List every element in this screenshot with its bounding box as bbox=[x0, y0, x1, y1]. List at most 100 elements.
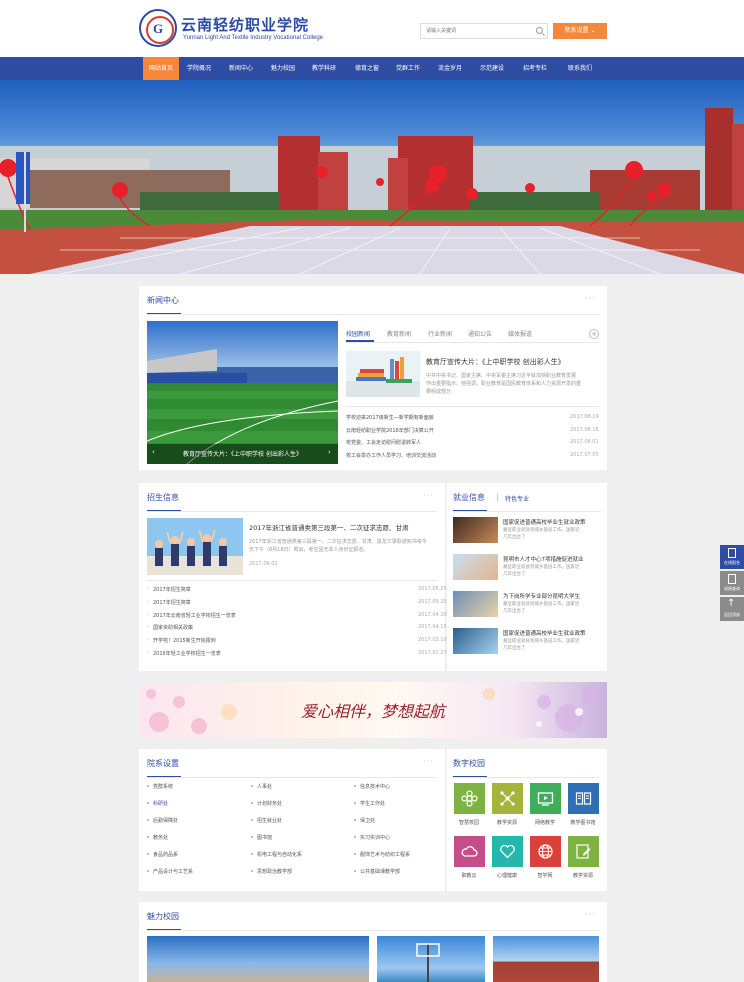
enroll-list-item[interactable]: 2017年招生简章 bbox=[153, 599, 191, 606]
tab-news-2[interactable]: 行业新闻 bbox=[428, 329, 452, 338]
edit-icon bbox=[576, 844, 591, 859]
college-logo-emblem[interactable]: G bbox=[139, 9, 177, 47]
online-apply-button[interactable]: 在线报名 bbox=[720, 545, 744, 569]
search-input[interactable] bbox=[421, 24, 531, 38]
job-title[interactable]: 昆明市人才中心7项措施促进就业 bbox=[503, 555, 584, 563]
digital-label[interactable]: 心理健康 bbox=[487, 872, 527, 879]
tab-news-4[interactable]: 媒体报道 bbox=[508, 329, 532, 338]
job-title[interactable]: 国家促进普通高校毕业生就业政策 bbox=[503, 518, 586, 526]
bullet-dot-icon bbox=[251, 870, 253, 872]
dept-link[interactable]: 机电工程与自动化系 bbox=[257, 851, 302, 858]
back-to-top-button[interactable]: ↑ 返回顶部 bbox=[720, 597, 744, 621]
more-dots-icon[interactable]: ··· bbox=[585, 910, 596, 919]
dept-link[interactable]: 公共基础课教学部 bbox=[360, 868, 400, 875]
job-thumb[interactable] bbox=[453, 628, 498, 654]
enroll-list-item[interactable]: 国家资助相关政策 bbox=[153, 624, 193, 631]
dept-link[interactable]: 教务处 bbox=[153, 834, 168, 841]
score-query-button[interactable]: 成绩查询 bbox=[720, 571, 744, 595]
enroll-thumb[interactable] bbox=[147, 518, 243, 575]
dept-link[interactable]: 信息技术中心 bbox=[360, 783, 390, 790]
news-list-item[interactable]: 校工会举办工作人员学习、培训交流活动 bbox=[346, 452, 436, 459]
nav-item-10[interactable]: 联系我们 bbox=[557, 57, 603, 80]
slogan-banner[interactable]: 爱心相伴，梦想起航 bbox=[139, 682, 607, 738]
tab-jobs[interactable]: 就业信息 bbox=[453, 492, 485, 503]
nav-item-2[interactable]: 新闻中心 bbox=[219, 57, 263, 80]
slide-next-icon[interactable]: › bbox=[328, 448, 331, 456]
enroll-list-item[interactable]: 2017年云南省轻工业学校招生一览表 bbox=[153, 612, 236, 619]
enroll-list-item[interactable]: 开学啦！2015新生开始报到 bbox=[153, 637, 216, 644]
nav-item-0[interactable]: 网站首页 bbox=[143, 57, 179, 80]
digital-1-tile[interactable] bbox=[492, 783, 523, 814]
nav-item-6[interactable]: 党群工作 bbox=[388, 57, 428, 80]
dept-link[interactable]: 计划财务处 bbox=[257, 800, 282, 807]
campus-photo[interactable] bbox=[493, 936, 599, 982]
dept-link[interactable]: 科研处 bbox=[153, 800, 168, 807]
dept-link[interactable]: 食品药品系 bbox=[153, 851, 178, 858]
campus-photo[interactable] bbox=[377, 936, 485, 982]
dept-link[interactable]: 招生就业处 bbox=[257, 817, 282, 824]
digital-label[interactable]: 智学网 bbox=[525, 872, 565, 879]
slide-prev-icon[interactable]: ‹ bbox=[152, 448, 155, 456]
digital-label[interactable]: 教学资源 bbox=[563, 872, 603, 879]
job-thumb[interactable] bbox=[453, 591, 498, 617]
digital-label[interactable]: 教学图书馆 bbox=[563, 819, 603, 826]
nav-item-1[interactable]: 学院概况 bbox=[180, 57, 218, 80]
job-title[interactable]: 为下岗所学专业部分昆明大学生 bbox=[503, 592, 580, 600]
featured-news-thumb[interactable] bbox=[346, 351, 420, 397]
nav-item-5[interactable]: 德育之窗 bbox=[346, 57, 388, 80]
campus-photo[interactable] bbox=[147, 936, 369, 982]
job-title[interactable]: 国家促进普通高校毕业生就业政策 bbox=[503, 629, 586, 637]
news-list-item[interactable]: 学校迎来2017级新生—新学期有新面貌 bbox=[346, 414, 434, 421]
job-thumb[interactable] bbox=[453, 554, 498, 580]
slide-caption: 教育厅宣传大片：《上中职学校 创出彩人生》 bbox=[183, 451, 302, 458]
nav-item-3[interactable]: 魅力校园 bbox=[264, 57, 302, 80]
dept-link[interactable]: 服饰艺术与纺织工程系 bbox=[360, 851, 410, 858]
news-slide[interactable]: 教育厅宣传大片：《上中职学校 创出彩人生》 ‹ › bbox=[147, 321, 338, 464]
digital-3-tile[interactable] bbox=[568, 783, 599, 814]
dept-link[interactable]: 学生工作处 bbox=[360, 800, 385, 807]
news-list-item[interactable]: 校党委、工会走访慰问慰退转军人 bbox=[346, 439, 421, 446]
chevron-down-icon: ⌄ bbox=[590, 27, 596, 34]
digital-label[interactable]: 教学资源 bbox=[487, 819, 527, 826]
dept-link[interactable]: 产品设计与工艺系 bbox=[153, 868, 193, 875]
digital-5-tile[interactable] bbox=[492, 836, 523, 867]
dept-link[interactable]: 党群系统 bbox=[153, 783, 173, 790]
digital-7-tile[interactable] bbox=[568, 836, 599, 867]
enroll-list-item[interactable]: 2016年轻工业学校招生一览表 bbox=[153, 650, 221, 657]
dept-link[interactable]: 后勤保障处 bbox=[153, 817, 178, 824]
more-dots-icon[interactable]: ··· bbox=[585, 294, 596, 303]
divider bbox=[147, 314, 599, 315]
add-circle-icon[interactable]: + bbox=[589, 329, 599, 339]
digital-campus-panel: 数字校园 智慧校园 教学资源 网络教学 教学图书馆 职教云 心理健康 智学网 教学资源 bbox=[447, 749, 607, 891]
nav-item-9[interactable]: 招考专栏 bbox=[513, 57, 557, 80]
digital-6-tile[interactable] bbox=[530, 836, 561, 867]
digital-label[interactable]: 职教云 bbox=[449, 872, 489, 879]
digital-4-tile[interactable] bbox=[454, 836, 485, 867]
search-icon[interactable] bbox=[536, 27, 543, 34]
tab-majors[interactable]: 特色专业 bbox=[505, 494, 529, 503]
nav-item-8[interactable]: 示范建设 bbox=[472, 57, 512, 80]
bullet-dot-icon bbox=[354, 819, 356, 821]
digital-0-tile[interactable] bbox=[454, 783, 485, 814]
tab-news-1[interactable]: 教育新闻 bbox=[387, 329, 411, 338]
news-list-item[interactable]: 云南轻纺职业学院2016年部门决算公开 bbox=[346, 427, 434, 434]
dept-link[interactable]: 人事处 bbox=[257, 783, 272, 790]
tab-news-0[interactable]: 校园新闻 bbox=[346, 329, 370, 338]
nav-item-4[interactable]: 教学科研 bbox=[303, 57, 345, 80]
featured-news-title[interactable]: 教育厅宣传大片：《上中职学校 创出彩人生》 bbox=[426, 357, 565, 367]
dept-link[interactable]: 思想政治教学部 bbox=[257, 868, 292, 875]
enroll-list-item[interactable]: 2017年招生简章 bbox=[153, 586, 191, 593]
dept-link[interactable]: 保卫处 bbox=[360, 817, 375, 824]
enroll-featured-title[interactable]: 2017年浙江省普通类第三段第一、二次征求志愿、甘肃 bbox=[249, 522, 409, 532]
dept-dropdown-button[interactable]: 院系设置 ⌄ bbox=[553, 23, 607, 39]
digital-2-tile[interactable] bbox=[530, 783, 561, 814]
tab-news-3[interactable]: 通知公告 bbox=[468, 329, 492, 338]
digital-label[interactable]: 网络教学 bbox=[525, 819, 565, 826]
dept-link[interactable]: 图书馆 bbox=[257, 834, 272, 841]
more-dots-icon[interactable]: ··· bbox=[423, 491, 434, 500]
nav-item-7[interactable]: 流金岁月 bbox=[428, 57, 472, 80]
digital-label[interactable]: 智慧校园 bbox=[449, 819, 489, 826]
job-thumb[interactable] bbox=[453, 517, 498, 543]
dept-link[interactable]: 实习实训中心 bbox=[360, 834, 390, 841]
more-dots-icon[interactable]: ··· bbox=[423, 757, 434, 766]
